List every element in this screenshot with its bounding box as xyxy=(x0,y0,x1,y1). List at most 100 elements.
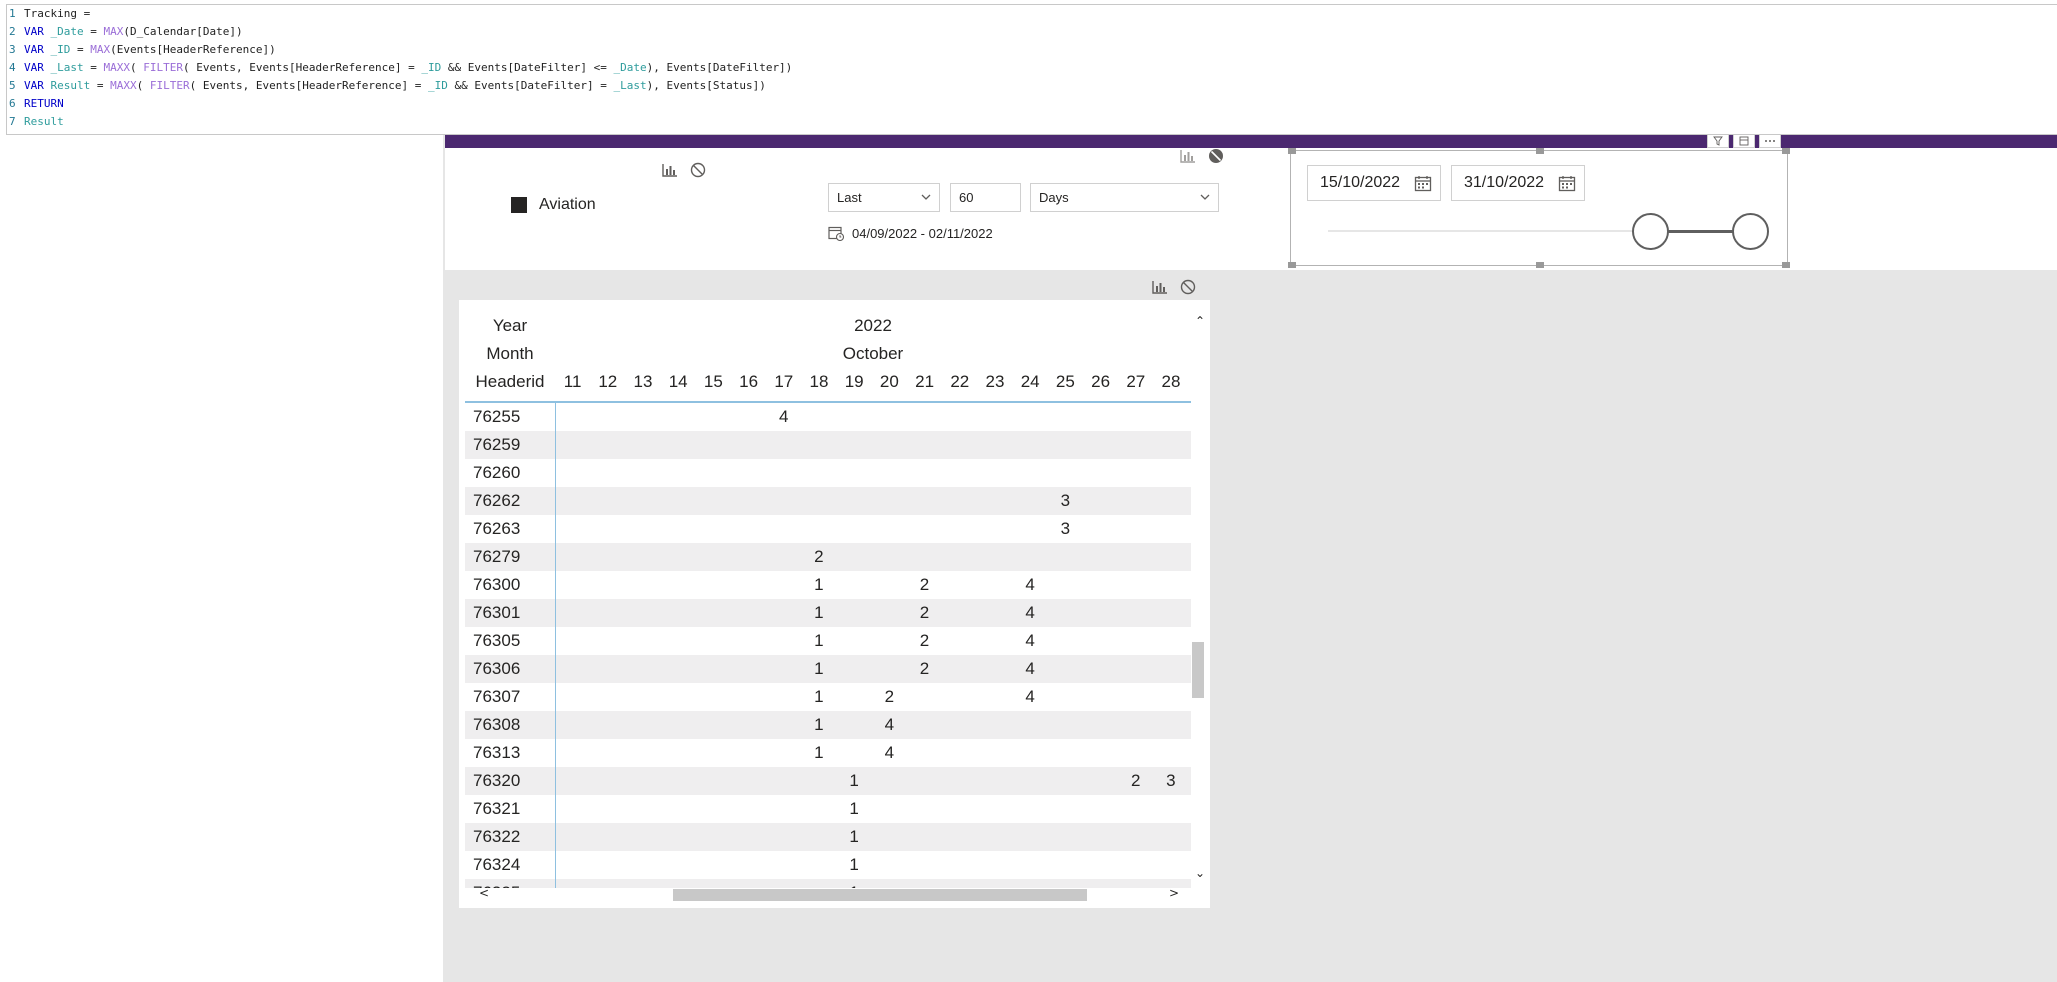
scroll-right-icon[interactable]: > xyxy=(1169,886,1179,900)
table-row[interactable]: 76321 1 xyxy=(465,795,1191,823)
focus-mode-icon[interactable] xyxy=(1733,133,1755,148)
focus-mode-icon[interactable] xyxy=(1180,148,1196,164)
between-date-slicer: 15/10/2022 31/10/2022 xyxy=(1288,148,1790,268)
table-row[interactable]: 76279 2 xyxy=(465,543,1191,571)
day-header[interactable]: 14 xyxy=(661,372,696,392)
end-date-input[interactable]: 31/10/2022 xyxy=(1451,165,1585,201)
aviation-slicer-item[interactable]: Aviation xyxy=(511,196,596,214)
no-filter-icon[interactable] xyxy=(690,162,706,178)
matrix-value-cell: 3 xyxy=(1166,771,1176,790)
vertical-scrollbar[interactable]: ⌃ ⌄ xyxy=(1191,308,1210,884)
table-row[interactable]: 76255 4 xyxy=(465,403,1191,431)
more-options-icon[interactable] xyxy=(1759,133,1781,148)
calendar-icon[interactable] xyxy=(1414,175,1432,193)
formula-token: (D_Calendar[Date]) xyxy=(123,25,243,38)
resize-handle[interactable] xyxy=(1782,262,1790,268)
table-row[interactable]: 76322 1 xyxy=(465,823,1191,851)
formula-line: 1 Tracking = xyxy=(7,5,90,23)
start-date-input[interactable]: 15/10/2022 xyxy=(1307,165,1441,201)
line-number: 3 xyxy=(9,43,16,56)
table-row[interactable]: 76324 1 xyxy=(465,851,1191,879)
no-filter-icon[interactable] xyxy=(1180,279,1196,295)
formula-token: _Date xyxy=(613,61,647,74)
scroll-down-icon[interactable]: ⌄ xyxy=(1195,866,1205,880)
day-header[interactable]: 13 xyxy=(625,372,660,392)
date-slider-end-handle[interactable] xyxy=(1732,213,1769,250)
row-header-id: 76313 xyxy=(473,743,521,762)
table-row[interactable]: 76305 1 2 4 xyxy=(465,627,1191,655)
year-value[interactable]: 2022 xyxy=(555,316,1191,336)
day-header[interactable]: 20 xyxy=(872,372,907,392)
relative-amount-input[interactable]: 60 xyxy=(950,183,1021,212)
date-slider-start-handle[interactable] xyxy=(1632,213,1669,250)
table-row[interactable]: 76262 3 xyxy=(465,487,1191,515)
resize-handle[interactable] xyxy=(1288,148,1296,154)
matrix-value-cell: 2 xyxy=(1130,771,1141,790)
row-header-id: 76320 xyxy=(473,771,521,790)
matrix-body: 76255 4 76259 76260 76262 3 76263 3 76279 2 76300 1… xyxy=(465,403,1191,888)
focus-mode-icon[interactable] xyxy=(1152,279,1168,295)
matrix-value-cell: 4 xyxy=(778,407,789,426)
scroll-left-icon[interactable]: < xyxy=(479,886,489,900)
matrix-value-cell: 1 xyxy=(849,827,859,846)
day-header[interactable]: 15 xyxy=(696,372,731,392)
table-row[interactable]: 76300 1 2 4 xyxy=(465,571,1191,599)
table-row[interactable]: 76313 1 4 xyxy=(465,739,1191,767)
resize-handle[interactable] xyxy=(1536,262,1544,268)
day-header[interactable]: 25 xyxy=(1048,372,1083,392)
day-header[interactable]: 22 xyxy=(942,372,977,392)
day-header[interactable]: 18 xyxy=(801,372,836,392)
day-header[interactable]: 23 xyxy=(977,372,1012,392)
matrix-value-cell: 4 xyxy=(1025,575,1035,594)
month-label: Month xyxy=(486,344,534,363)
dax-formula-bar[interactable]: 1 Tracking = 2 VAR _Date = MAX(D_Calendar[D… xyxy=(6,4,2057,135)
matrix-value-cell: 2 xyxy=(919,631,930,650)
row-header-id: 76305 xyxy=(473,631,521,650)
day-header[interactable]: 11 xyxy=(555,372,590,392)
resize-handle[interactable] xyxy=(1536,148,1544,154)
formula-token: = xyxy=(83,61,104,74)
focus-mode-icon[interactable] xyxy=(662,162,678,178)
table-row[interactable]: 76306 1 2 4 xyxy=(465,655,1191,683)
row-header-id: 76321 xyxy=(473,799,521,818)
resize-handle[interactable] xyxy=(1782,148,1790,154)
table-row[interactable]: 76301 1 2 4 xyxy=(465,599,1191,627)
resize-handle[interactable] xyxy=(1288,262,1296,268)
calendar-icon[interactable] xyxy=(1558,175,1576,193)
relative-mode-dropdown[interactable]: Last xyxy=(828,183,940,212)
day-header[interactable]: 26 xyxy=(1083,372,1118,392)
formula-token: && Events[DateFilter] <= xyxy=(441,61,614,74)
month-value[interactable]: October xyxy=(555,344,1191,364)
day-header[interactable]: 28 xyxy=(1153,372,1188,392)
relative-unit-dropdown[interactable]: Days xyxy=(1030,183,1219,212)
row-header-id: 76322 xyxy=(473,827,521,846)
aviation-checkbox[interactable] xyxy=(511,197,527,213)
day-header[interactable]: 19 xyxy=(837,372,872,392)
table-row[interactable]: 76260 xyxy=(465,459,1191,487)
day-header[interactable]: 21 xyxy=(907,372,942,392)
day-header[interactable]: 17 xyxy=(766,372,801,392)
matrix-value-cell: 4 xyxy=(884,743,895,762)
no-filter-icon[interactable] xyxy=(1208,148,1224,164)
vertical-scroll-thumb[interactable] xyxy=(1192,642,1204,698)
matrix-header: Year 2022 Month October Headerid 11 12 13 1… xyxy=(465,308,1191,403)
table-row[interactable]: 76308 1 4 xyxy=(465,711,1191,739)
chevron-down-icon xyxy=(1200,194,1210,200)
table-row[interactable]: 76320 1 2 3 xyxy=(465,767,1191,795)
day-header[interactable]: 16 xyxy=(731,372,766,392)
table-row[interactable]: 763251 xyxy=(465,879,1191,888)
horizontal-scroll-thumb[interactable] xyxy=(673,889,1087,901)
matrix-value-cell: 1 xyxy=(849,855,859,874)
day-header[interactable]: 27 xyxy=(1118,372,1153,392)
table-row[interactable]: 76263 3 xyxy=(465,515,1191,543)
formula-line: 5 VAR Result = MAXX( FILTER( Events, Even… xyxy=(7,77,766,95)
table-row[interactable]: 76307 1 2 4 xyxy=(465,683,1191,711)
day-header[interactable]: 12 xyxy=(590,372,625,392)
scroll-up-icon[interactable]: ⌃ xyxy=(1195,314,1205,328)
formula-token: VAR xyxy=(24,61,51,74)
matrix-value-cell: 2 xyxy=(814,547,824,566)
filter-icon[interactable] xyxy=(1707,133,1729,148)
table-row[interactable]: 76259 xyxy=(465,431,1191,459)
day-header[interactable]: 24 xyxy=(1013,372,1048,392)
headerid-label: Headerid xyxy=(475,372,545,391)
